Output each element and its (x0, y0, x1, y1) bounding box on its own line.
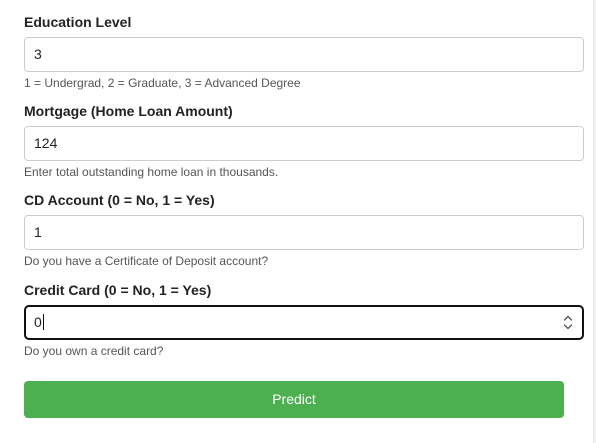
education-level-label: Education Level (24, 14, 132, 30)
mortgage-label: Mortgage (Home Loan Amount) (24, 103, 233, 119)
up-down-chevron-icon[interactable] (562, 313, 574, 332)
cd-account-value: 1 (34, 224, 42, 240)
mortgage-input[interactable]: 124 (24, 126, 584, 161)
cd-account-label: CD Account (0 = No, 1 = Yes) (24, 192, 215, 208)
predict-button[interactable]: Predict (24, 381, 564, 418)
text-caret (42, 314, 44, 330)
education-level-input[interactable]: 3 (24, 37, 584, 72)
cd-account-help: Do you have a Certificate of Deposit acc… (24, 254, 269, 268)
education-level-help: 1 = Undergrad, 2 = Graduate, 3 = Advance… (24, 76, 301, 90)
mortgage-help: Enter total outstanding home loan in tho… (24, 165, 279, 179)
cd-account-input[interactable]: 1 (24, 215, 584, 250)
prediction-form-page: Education Level 3 1 = Undergrad, 2 = Gra… (0, 0, 596, 443)
credit-card-label: Credit Card (0 = No, 1 = Yes) (24, 282, 212, 298)
mortgage-value: 124 (34, 135, 58, 151)
credit-card-help: Do you own a credit card? (24, 344, 164, 358)
credit-card-input[interactable]: 0 (24, 305, 584, 340)
credit-card-value: 0 (34, 314, 42, 330)
education-level-value: 3 (34, 46, 42, 62)
